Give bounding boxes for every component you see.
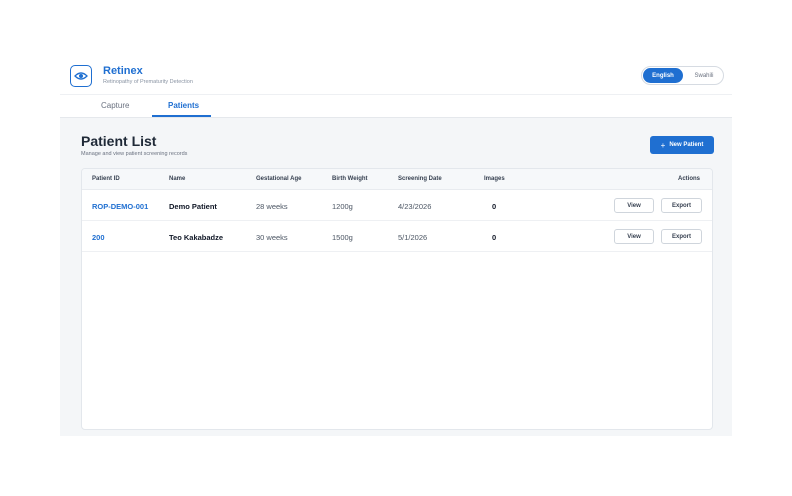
gestational-age: 28 weeks	[256, 202, 288, 211]
export-button[interactable]: Export	[661, 198, 702, 213]
language-english-button[interactable]: English	[643, 68, 683, 83]
language-swahili-button[interactable]: Swahili	[686, 68, 722, 83]
patient-name: Teo Kakabadze	[169, 233, 224, 242]
page-title: Patient List	[81, 133, 157, 149]
column-header-images: Images	[484, 176, 505, 182]
view-button[interactable]: View	[614, 229, 654, 244]
tab-capture[interactable]: Capture	[101, 101, 129, 110]
patient-name: Demo Patient	[169, 202, 217, 211]
birth-weight: 1500g	[332, 233, 353, 242]
eye-icon	[70, 65, 92, 87]
app-title: Retinex	[103, 65, 143, 77]
active-tab-indicator	[152, 115, 211, 117]
tab-bar: Capture Patients	[60, 95, 732, 118]
page-subtitle: Manage and view patient screening record…	[81, 151, 188, 157]
patient-id-link[interactable]: 200	[92, 233, 105, 242]
language-toggle: English Swahili	[641, 66, 724, 85]
screening-date: 4/23/2026	[398, 202, 432, 211]
top-bar: Retinex Retinopathy of Prematurity Detec…	[60, 57, 732, 95]
image-count: 0	[492, 233, 497, 242]
image-count: 0	[492, 202, 497, 211]
patient-id-link[interactable]: ROP-DEMO-001	[92, 202, 148, 211]
tab-patients[interactable]: Patients	[168, 101, 199, 110]
column-header-patient-id: Patient ID	[92, 176, 120, 182]
screening-date: 5/1/2026	[398, 233, 428, 242]
column-header-actions: Actions	[678, 176, 701, 182]
column-header-name: Name	[169, 176, 186, 182]
gestational-age: 30 weeks	[256, 233, 288, 242]
column-header-birth-weight: Birth Weight	[332, 176, 368, 182]
export-button[interactable]: Export	[661, 229, 702, 244]
table-row: ROP-DEMO-001 Demo Patient 28 weeks 1200g…	[82, 190, 712, 221]
table-row: 200 Teo Kakabadze 30 weeks 1500g 5/1/202…	[82, 221, 712, 252]
new-patient-label: New Patient	[669, 142, 704, 148]
column-header-gestational-age: Gestational Age	[256, 176, 302, 182]
table-header: Patient ID Name Gestational Age Birth We…	[82, 169, 712, 190]
birth-weight: 1200g	[332, 202, 353, 211]
app-subtitle: Retinopathy of Prematurity Detection	[103, 79, 193, 85]
patient-table: Patient ID Name Gestational Age Birth We…	[81, 168, 713, 430]
view-button[interactable]: View	[614, 198, 654, 213]
plus-icon: +	[660, 140, 666, 150]
column-header-screening-date: Screening Date	[398, 176, 442, 182]
new-patient-button[interactable]: + New Patient	[650, 136, 714, 154]
app-window: Retinex Retinopathy of Prematurity Detec…	[60, 57, 732, 436]
